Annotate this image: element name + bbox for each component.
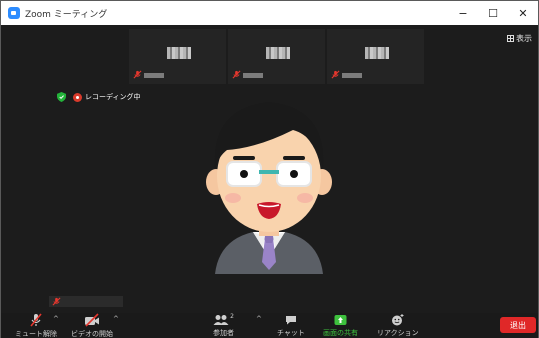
share-screen-icon bbox=[334, 313, 347, 326]
reactions-button[interactable]: リアクション bbox=[377, 313, 419, 338]
unmute-label: ミュート解除 bbox=[15, 330, 57, 338]
muted-mic-icon bbox=[52, 297, 61, 306]
speaker-avatar bbox=[206, 102, 332, 274]
reactions-label: リアクション bbox=[377, 329, 419, 337]
muted-mic-icon bbox=[331, 70, 340, 79]
window-controls: − ☐ ✕ bbox=[448, 1, 538, 25]
blurred-subtitle bbox=[144, 73, 164, 78]
title-bar: Zoom ミーティング − ☐ ✕ bbox=[1, 1, 538, 25]
meeting-status-row: レコーディング中 bbox=[57, 92, 141, 102]
participant-thumbnail[interactable] bbox=[129, 29, 226, 84]
participant-thumbnail[interactable] bbox=[327, 29, 424, 84]
audio-options-caret[interactable]: ^ bbox=[53, 315, 59, 323]
minimize-button[interactable]: − bbox=[448, 1, 478, 25]
participants-count: 2 bbox=[230, 313, 234, 320]
chat-icon bbox=[285, 313, 297, 326]
participants-options-caret[interactable]: ^ bbox=[256, 315, 262, 323]
recording-indicator-icon bbox=[73, 92, 82, 102]
blurred-name bbox=[365, 47, 389, 59]
maximize-button[interactable]: ☐ bbox=[478, 1, 508, 25]
zoom-meeting-window: Zoom ミーティング − ☐ ✕ 表示 レコーディング中 ミュート解除 ^ ビ… bbox=[0, 0, 539, 338]
close-button[interactable]: ✕ bbox=[508, 1, 538, 25]
blurred-name bbox=[266, 47, 290, 59]
zoom-app-icon bbox=[8, 7, 20, 19]
meeting-stage: 表示 レコーディング中 bbox=[1, 25, 538, 313]
reactions-icon bbox=[391, 313, 405, 326]
blurred-subtitle bbox=[243, 73, 263, 78]
share-screen-button[interactable]: 画面の共有 bbox=[323, 313, 358, 338]
participants-icon: 2 bbox=[213, 313, 234, 326]
participant-thumbnail[interactable] bbox=[228, 29, 325, 84]
participants-label: 参加者 bbox=[213, 329, 234, 337]
participants-button[interactable]: 2 参加者 bbox=[213, 313, 234, 338]
muted-mic-icon bbox=[232, 70, 241, 79]
window-title: Zoom ミーティング bbox=[25, 9, 108, 20]
video-options-caret[interactable]: ^ bbox=[113, 315, 119, 323]
meeting-toolbar: ミュート解除 ^ ビデオの開始 ^ 2 参加者 ^ チャット 画面の共有 リアク… bbox=[1, 313, 538, 338]
start-video-label: ビデオの開始 bbox=[71, 330, 113, 338]
chat-button[interactable]: チャット bbox=[277, 313, 305, 338]
view-button[interactable]: 表示 bbox=[507, 33, 532, 44]
video-off-icon bbox=[84, 313, 100, 327]
muted-mic-icon bbox=[133, 70, 142, 79]
chat-label: チャット bbox=[277, 329, 305, 337]
recording-label: レコーディング中 bbox=[85, 93, 141, 101]
mic-off-icon bbox=[29, 313, 43, 327]
blurred-subtitle bbox=[342, 73, 362, 78]
blurred-name bbox=[167, 47, 191, 59]
start-video-button[interactable]: ビデオの開始 bbox=[71, 313, 113, 338]
view-button-label: 表示 bbox=[516, 34, 532, 43]
security-shield-icon[interactable] bbox=[57, 92, 66, 102]
leave-meeting-button[interactable]: 退出 bbox=[500, 317, 536, 333]
grid-view-icon bbox=[507, 35, 514, 42]
unmute-button[interactable]: ミュート解除 bbox=[15, 313, 57, 338]
self-name-chip bbox=[49, 296, 123, 307]
share-screen-label: 画面の共有 bbox=[323, 329, 358, 337]
